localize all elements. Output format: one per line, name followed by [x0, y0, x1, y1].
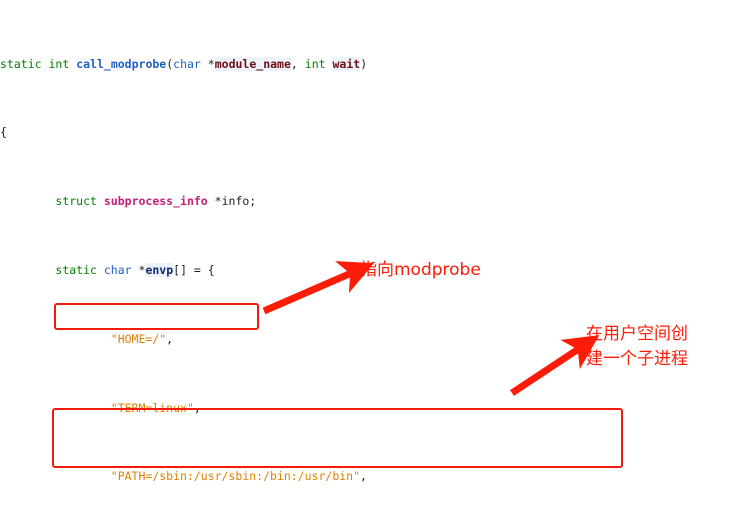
code-line-3: struct subprocess_info *info; [0, 193, 729, 210]
var-envp: envp [145, 263, 174, 277]
param-module-name: module_name [214, 56, 291, 71]
keyword-int-2: int [304, 56, 326, 71]
source-code-listing: static int call_modprobe(char *module_na… [0, 0, 729, 528]
code-line-4: static char *envp[] = { [55, 263, 215, 277]
code-screenshot: static int call_modprobe(char *module_na… [0, 0, 729, 528]
param-wait: wait [332, 56, 361, 71]
keyword-static: static [0, 56, 42, 71]
envp-array-open: [] = { [173, 263, 215, 277]
var-info-decl: *info; [214, 194, 257, 209]
code-line-1: static int call_modprobe(char *module_na… [0, 56, 368, 71]
type-char-2: char [103, 263, 132, 277]
struct-subprocess-info: subprocess_info [103, 194, 208, 209]
keyword-static-2: static [55, 263, 97, 277]
string-path: "PATH=/sbin:/usr/sbin:/bin:/usr/bin" [110, 469, 361, 484]
string-term: "TERM=linux" [110, 400, 194, 415]
code-line-6: "TERM=linux", [110, 400, 201, 415]
function-name-call-modprobe: call_modprobe [76, 56, 167, 71]
type-char: char [173, 56, 201, 71]
code-line-7: "PATH=/sbin:/usr/sbin:/bin:/usr/bin", [110, 469, 367, 484]
open-brace: { [0, 125, 7, 140]
code-line-2: { [0, 124, 729, 141]
string-home: "HOME=/" [110, 331, 167, 346]
keyword-int: int [48, 56, 70, 71]
code-line-5: "HOME=/", [110, 331, 174, 346]
keyword-struct: struct [55, 194, 97, 209]
